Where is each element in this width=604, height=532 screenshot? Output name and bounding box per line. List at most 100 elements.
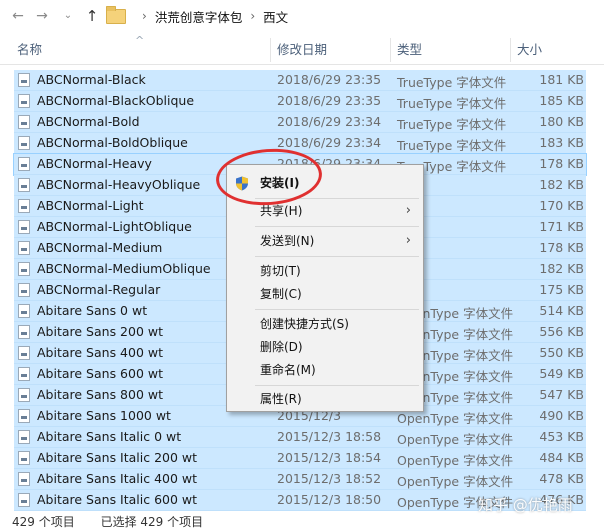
up-arrow-icon[interactable]: ↑ — [82, 6, 102, 26]
file-name: ABCNormal-BlackOblique — [37, 93, 195, 108]
file-date: 2015/12/3 18:58 — [277, 429, 382, 444]
submenu-arrow-icon: › — [405, 203, 411, 218]
menu-item-properties[interactable]: 属性(R) — [227, 388, 423, 410]
column-divider[interactable] — [390, 38, 391, 62]
file-name: Abitare Sans 1000 wt — [37, 408, 171, 423]
file-size: 550 KB — [539, 345, 584, 360]
breadcrumb-separator[interactable]: › — [142, 9, 147, 23]
file-type: OpenType 字体文件 — [397, 453, 514, 468]
sort-ascending-icon: ^ — [135, 34, 145, 47]
file-name: Abitare Sans Italic 0 wt — [37, 429, 182, 444]
file-size: 484 KB — [539, 450, 584, 465]
font-file-icon — [18, 220, 30, 234]
menu-item-label: 创建快捷方式(S) — [260, 317, 349, 331]
column-divider[interactable] — [510, 38, 511, 62]
font-file-icon — [18, 94, 30, 108]
watermark: 知乎 @优艳雨 — [478, 496, 573, 514]
file-type: OpenType 字体文件 — [397, 474, 514, 489]
font-file-icon — [18, 199, 30, 213]
file-name: ABCNormal-HeavyOblique — [37, 177, 201, 192]
file-size: 478 KB — [539, 471, 584, 486]
file-name: Abitare Sans Italic 400 wt — [37, 471, 198, 486]
font-file-icon — [18, 325, 30, 339]
file-size: 490 KB — [539, 408, 584, 423]
file-date: 2018/6/29 23:35 — [277, 93, 382, 108]
column-header-name[interactable]: 名称 — [17, 36, 42, 64]
file-date: 2015/12/3 18:54 — [277, 450, 382, 465]
font-file-icon — [18, 451, 30, 465]
file-name: Abitare Sans 0 wt — [37, 303, 148, 318]
font-file-icon — [18, 73, 30, 87]
item-count: 429 个项目 — [12, 515, 75, 529]
file-date: 2015/12/3 18:52 — [277, 471, 382, 486]
file-size: 514 KB — [539, 303, 584, 318]
forward-arrow-icon[interactable]: → — [32, 6, 52, 26]
file-name: ABCNormal-LightOblique — [37, 219, 192, 234]
font-file-icon — [18, 283, 30, 297]
file-size: 181 KB — [539, 72, 584, 87]
file-row[interactable]: ABCNormal-BlackOblique 2018/6/29 23:35 Tru… — [14, 91, 586, 112]
column-header-bar: ^ 名称 修改日期 类型 大小 — [0, 34, 604, 65]
file-row[interactable]: Abitare Sans Italic 400 wt 2015/12/3 18:5… — [14, 469, 586, 490]
font-file-icon — [18, 157, 30, 171]
breadcrumb-separator[interactable]: › — [250, 9, 255, 23]
menu-separator — [255, 256, 419, 257]
font-file-icon — [18, 241, 30, 255]
file-row[interactable]: Abitare Sans Italic 200 wt 2015/12/3 18:5… — [14, 448, 586, 469]
menu-separator — [255, 385, 419, 386]
file-name: Abitare Sans 200 wt — [37, 324, 164, 339]
file-size: 182 KB — [539, 261, 584, 276]
column-divider[interactable] — [270, 38, 271, 62]
file-name: Abitare Sans 400 wt — [37, 345, 164, 360]
file-row[interactable]: ABCNormal-Black 2018/6/29 23:35 TrueType 字… — [14, 70, 586, 91]
font-file-icon — [18, 178, 30, 192]
file-date: 2018/6/29 23:34 — [277, 135, 382, 150]
file-size: 182 KB — [539, 177, 584, 192]
font-file-icon — [18, 493, 30, 507]
file-size: 549 KB — [539, 366, 584, 381]
menu-item-label: 属性(R) — [260, 392, 302, 406]
font-file-icon — [18, 388, 30, 402]
file-name: ABCNormal-Bold — [37, 114, 140, 129]
file-date: 2018/6/29 23:35 — [277, 72, 382, 87]
column-header-date[interactable]: 修改日期 — [277, 36, 327, 64]
menu-item-create-shortcut[interactable]: 创建快捷方式(S) — [227, 313, 423, 335]
font-file-icon — [18, 262, 30, 276]
file-size: 178 KB — [539, 156, 584, 171]
file-size: 175 KB — [539, 282, 584, 297]
menu-item-copy[interactable]: 复制(C) — [227, 283, 423, 305]
file-row[interactable]: Abitare Sans Italic 0 wt 2015/12/3 18:58 O… — [14, 427, 586, 448]
file-size: 556 KB — [539, 324, 584, 339]
breadcrumb-item-font-pack[interactable]: 洪荒创意字体包 — [155, 7, 243, 26]
file-size: 453 KB — [539, 429, 584, 444]
file-size: 183 KB — [539, 135, 584, 150]
file-name: Abitare Sans 800 wt — [37, 387, 164, 402]
file-size: 180 KB — [539, 114, 584, 129]
file-type: OpenType 字体文件 — [397, 432, 514, 447]
menu-item-rename[interactable]: 重命名(M) — [227, 359, 423, 381]
file-name: ABCNormal-Light — [37, 198, 144, 213]
menu-item-label: 发送到(N) — [260, 234, 315, 248]
column-header-size[interactable]: 大小 — [517, 36, 542, 64]
file-name: Abitare Sans Italic 200 wt — [37, 450, 198, 465]
menu-item-send-to[interactable]: 发送到(N) › — [227, 230, 423, 252]
menu-item-label: 重命名(M) — [260, 363, 316, 377]
menu-item-delete[interactable]: 删除(D) — [227, 336, 423, 358]
file-name: Abitare Sans Italic 600 wt — [37, 492, 198, 507]
submenu-arrow-icon: › — [405, 233, 411, 248]
file-row[interactable]: ABCNormal-Bold 2018/6/29 23:34 TrueType 字体… — [14, 112, 586, 133]
column-header-type[interactable]: 类型 — [397, 36, 422, 64]
menu-item-label: 剪切(T) — [260, 264, 301, 278]
font-file-icon — [18, 409, 30, 423]
menu-item-cut[interactable]: 剪切(T) — [227, 260, 423, 282]
breadcrumb-item-western[interactable]: 西文 — [263, 7, 288, 26]
file-name: ABCNormal-Regular — [37, 282, 161, 297]
recent-locations-chevron-icon[interactable]: ⌄ — [58, 6, 78, 26]
back-arrow-icon[interactable]: ← — [8, 6, 28, 26]
font-file-icon — [18, 472, 30, 486]
status-bar: 429 个项目 已选择 429 个项目 — [12, 512, 225, 532]
selected-count: 已选择 429 个项目 — [100, 515, 204, 529]
file-row[interactable]: ABCNormal-BoldOblique 2018/6/29 23:34 True… — [14, 133, 586, 154]
breadcrumb[interactable]: › 洪荒创意字体包 › 西文 — [106, 4, 596, 28]
menu-item-label: 复制(C) — [260, 287, 302, 301]
